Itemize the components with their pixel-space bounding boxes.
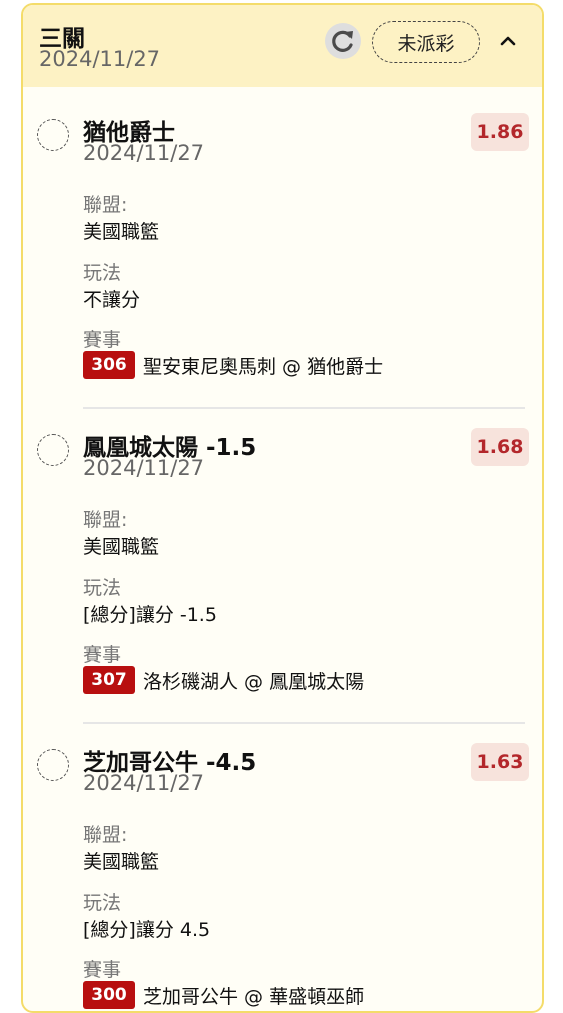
leg-divider xyxy=(83,407,525,409)
league-value: 美國職籃 xyxy=(83,851,160,873)
league-label: 聯盟: xyxy=(83,824,128,846)
status-badge: 未派彩 xyxy=(372,21,480,63)
odds-badge: 1.63 xyxy=(471,743,529,781)
refresh-icon xyxy=(332,30,353,52)
leg-select-radio[interactable] xyxy=(37,749,69,781)
league-value: 美國職籃 xyxy=(83,536,160,558)
leg-divider xyxy=(83,722,525,724)
match-number-badge: 307 xyxy=(83,666,135,694)
leg-date: 2024/11/27 xyxy=(83,141,205,165)
match-row: 306 聖安東尼奧馬刺 @ 猶他爵士 xyxy=(83,351,383,379)
match-teams: 洛杉磯湖人 @ 鳳凰城太陽 xyxy=(143,670,365,693)
league-label: 聯盟: xyxy=(83,509,128,531)
bet-type-value: [總分]讓分 4.5 xyxy=(83,919,211,941)
bet-type-label: 玩法 xyxy=(83,577,122,599)
leg-date: 2024/11/27 xyxy=(83,771,205,795)
bet-type-label: 玩法 xyxy=(83,892,122,914)
match-label: 賽事 xyxy=(83,959,122,981)
league-label: 聯盟: xyxy=(83,194,128,216)
parlay-card: 三關 2024/11/27 未派彩 猶他爵士 2024/11/27 1.86 聯… xyxy=(21,3,544,1013)
match-number-badge: 300 xyxy=(83,981,135,1009)
match-row: 300 芝加哥公牛 @ 華盛頓巫師 xyxy=(83,981,364,1009)
parlay-date: 2024/11/27 xyxy=(39,47,161,71)
leg-date: 2024/11/27 xyxy=(83,456,205,480)
odds-badge: 1.68 xyxy=(471,428,529,466)
collapse-button[interactable] xyxy=(493,25,523,55)
odds-badge: 1.86 xyxy=(471,113,529,151)
parlay-header: 三關 2024/11/27 未派彩 xyxy=(23,5,542,87)
match-number-badge: 306 xyxy=(83,351,135,379)
chevron-up-icon xyxy=(500,36,516,46)
leg-select-radio[interactable] xyxy=(37,119,69,151)
bet-type-value: [總分]讓分 -1.5 xyxy=(83,604,217,626)
bet-type-value: 不讓分 xyxy=(83,289,141,311)
bet-type-label: 玩法 xyxy=(83,262,122,284)
match-teams: 芝加哥公牛 @ 華盛頓巫師 xyxy=(143,985,365,1008)
match-teams: 聖安東尼奧馬刺 @ 猶他爵士 xyxy=(143,355,384,378)
match-label: 賽事 xyxy=(83,644,122,666)
leg-select-radio[interactable] xyxy=(37,434,69,466)
league-value: 美國職籃 xyxy=(83,221,160,243)
refresh-button[interactable] xyxy=(325,23,361,59)
match-row: 307 洛杉磯湖人 @ 鳳凰城太陽 xyxy=(83,666,364,694)
match-label: 賽事 xyxy=(83,329,122,351)
